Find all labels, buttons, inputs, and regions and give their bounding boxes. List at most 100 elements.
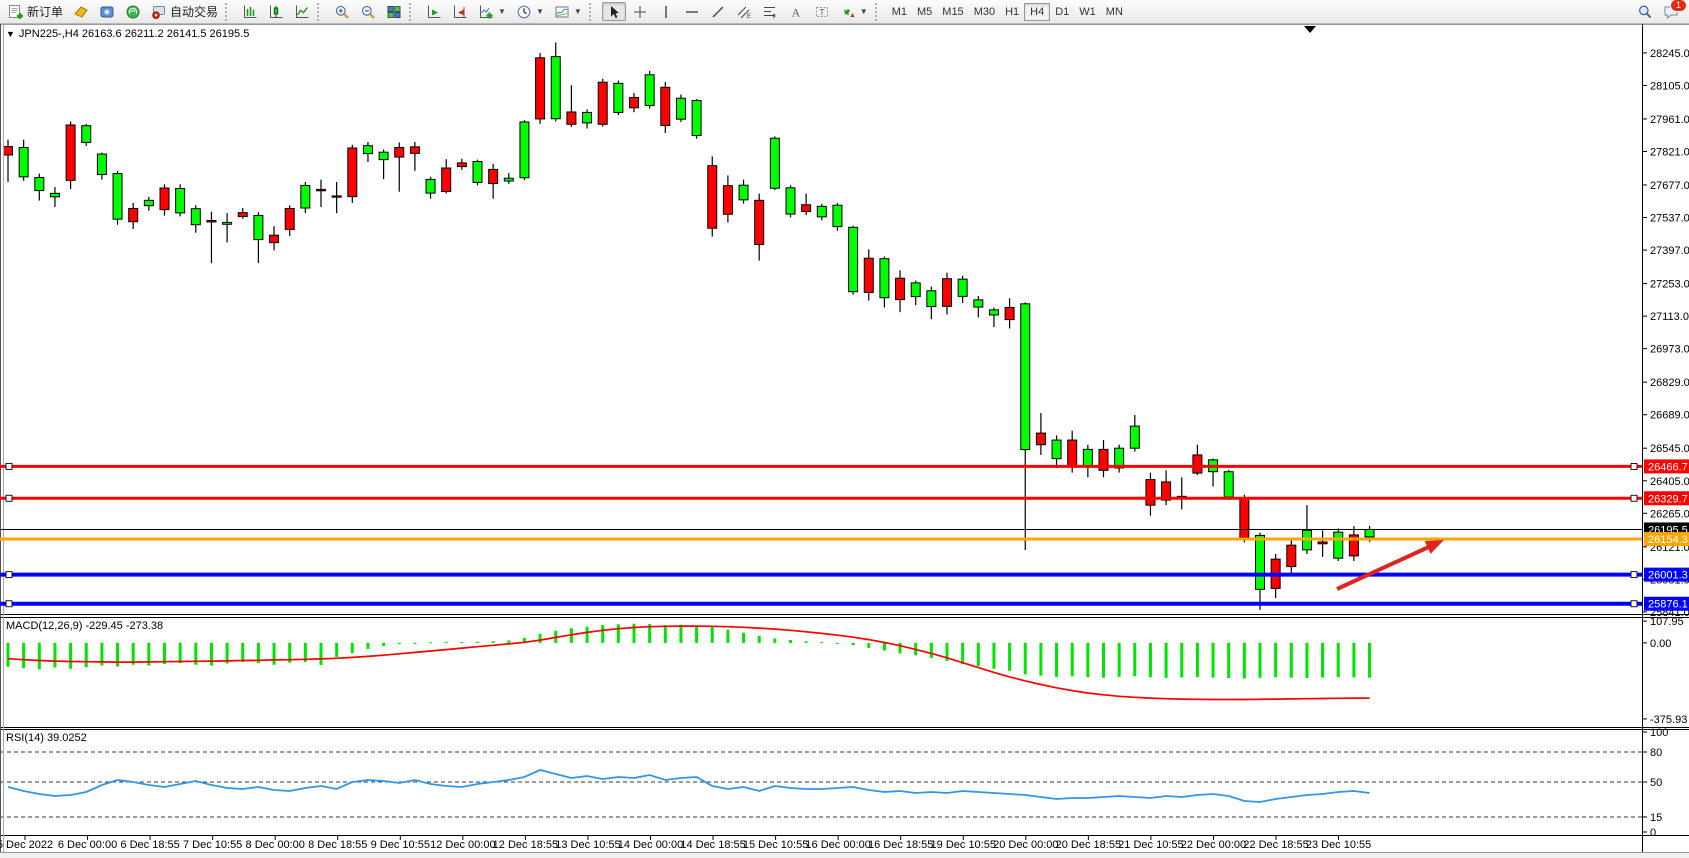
macd-bar xyxy=(1086,643,1089,677)
line-handle[interactable] xyxy=(6,495,12,501)
collapse-triangle-icon[interactable]: ▼ xyxy=(6,29,15,39)
tf-m1-button[interactable]: M1 xyxy=(887,4,912,20)
candle-body xyxy=(583,112,592,122)
bar-chart-icon xyxy=(242,4,258,20)
macd-bar xyxy=(1008,643,1011,671)
line-handle[interactable] xyxy=(1631,601,1637,607)
indicators-button[interactable]: ▼ xyxy=(474,2,510,21)
time-tick-label: 22 Dec 18:55 xyxy=(1243,839,1308,851)
candle-body xyxy=(692,101,701,136)
tf-h1-button[interactable]: H1 xyxy=(1000,4,1024,20)
horizontal-line-button[interactable] xyxy=(680,2,704,21)
periods-button[interactable]: ▼ xyxy=(512,2,548,21)
line-handle[interactable] xyxy=(6,601,12,607)
bar-chart-button[interactable] xyxy=(238,2,262,21)
crosshair-button[interactable] xyxy=(628,2,652,21)
macd-bar xyxy=(366,643,369,649)
macd-bar xyxy=(320,643,323,665)
candle-body xyxy=(1005,308,1014,320)
candlestick-button[interactable] xyxy=(264,2,288,21)
text-icon: A xyxy=(788,4,804,20)
candle-body xyxy=(676,98,685,119)
zoom-in-icon xyxy=(334,4,350,20)
candle-body xyxy=(974,300,983,307)
channel-button[interactable]: E xyxy=(732,2,756,21)
line-handle[interactable] xyxy=(1631,572,1637,578)
macd-bar xyxy=(836,643,839,644)
chat-button[interactable]: 1 xyxy=(1659,2,1683,21)
macd-bar xyxy=(335,643,338,657)
auto-scroll-button[interactable] xyxy=(422,2,446,21)
rsi-title: RSI(14) xyxy=(6,732,44,744)
time-tick-label: 12 Dec 00:00 xyxy=(430,839,495,851)
candle-body xyxy=(551,57,560,119)
new-order-button[interactable]: 新订单 xyxy=(4,2,67,21)
tf-m5-button[interactable]: M5 xyxy=(912,4,937,20)
candle-body xyxy=(927,291,936,307)
tf-mn-button[interactable]: MN xyxy=(1101,4,1128,20)
candle-body xyxy=(144,200,153,205)
price-tick-label: 27677.0 xyxy=(1650,180,1689,192)
macd-bar xyxy=(742,633,745,643)
signals-button[interactable] xyxy=(121,2,145,21)
tf-m30-button[interactable]: M30 xyxy=(969,4,1000,20)
candle-body xyxy=(50,193,59,196)
tf-h4-button[interactable]: H4 xyxy=(1024,3,1050,21)
text-button[interactable]: A xyxy=(784,2,808,21)
candle-body xyxy=(1365,529,1374,536)
candle-body xyxy=(4,147,13,155)
line-chart-button[interactable] xyxy=(290,2,314,21)
rsi-tick-label: 100 xyxy=(1650,727,1668,739)
search-button[interactable] xyxy=(1633,2,1657,21)
tile-windows-button[interactable] xyxy=(382,2,406,21)
market-watch-button[interactable] xyxy=(69,2,93,21)
zoom-in-button[interactable] xyxy=(330,2,354,21)
autotrading-button[interactable]: 自动交易 xyxy=(147,2,222,21)
candle-body xyxy=(1224,472,1233,497)
tf-w1-button[interactable]: W1 xyxy=(1074,4,1101,20)
chart-plot[interactable]: 28245.028105.027961.027821.027677.027537… xyxy=(0,0,1689,858)
candle-body xyxy=(410,147,419,154)
price-tick-label: 28105.0 xyxy=(1650,80,1689,92)
tf-d1-button[interactable]: D1 xyxy=(1050,4,1074,20)
vertical-line-button[interactable] xyxy=(654,2,678,21)
macd-bar xyxy=(1133,643,1136,676)
line-handle[interactable] xyxy=(1631,495,1637,501)
line-handle[interactable] xyxy=(1631,463,1637,469)
candle-body xyxy=(739,185,748,200)
macd-bar xyxy=(116,643,119,667)
candle-body xyxy=(191,209,200,225)
templates-button[interactable]: ▼ xyxy=(550,2,586,21)
tf-m15-button[interactable]: M15 xyxy=(937,4,968,20)
price-line-label: 26466.7 xyxy=(1648,461,1688,473)
candle-body xyxy=(849,227,858,291)
price-tick-label: 27537.0 xyxy=(1650,213,1689,225)
candle-body xyxy=(911,283,920,297)
candle-body xyxy=(614,83,623,112)
auto-scroll-icon xyxy=(426,4,442,20)
time-tick-label: 8 Dec 18:55 xyxy=(308,839,367,851)
candle-body xyxy=(395,148,404,158)
macd-bar xyxy=(179,643,182,663)
crosshair-icon xyxy=(632,4,648,20)
chart-shift-button[interactable] xyxy=(448,2,472,21)
line-handle[interactable] xyxy=(6,572,12,578)
channel-icon: E xyxy=(736,4,752,20)
line-handle[interactable] xyxy=(6,463,12,469)
shapes-button[interactable]: ▼ xyxy=(836,2,872,21)
autotrading-icon xyxy=(151,4,167,20)
macd-bar xyxy=(1337,643,1340,677)
zoom-out-button[interactable] xyxy=(356,2,380,21)
label-button[interactable]: T xyxy=(810,2,834,21)
candle-body xyxy=(1130,426,1139,448)
trendline-button[interactable] xyxy=(706,2,730,21)
macd-bar xyxy=(617,624,620,643)
candle-body xyxy=(943,279,952,307)
macd-bar xyxy=(460,642,463,643)
fibonacci-button[interactable]: F xyxy=(758,2,782,21)
navigator-button[interactable] xyxy=(95,2,119,21)
macd-bar xyxy=(492,641,495,643)
macd-bar xyxy=(507,640,510,642)
cursor-button[interactable] xyxy=(602,2,626,21)
candle-body xyxy=(301,185,310,208)
